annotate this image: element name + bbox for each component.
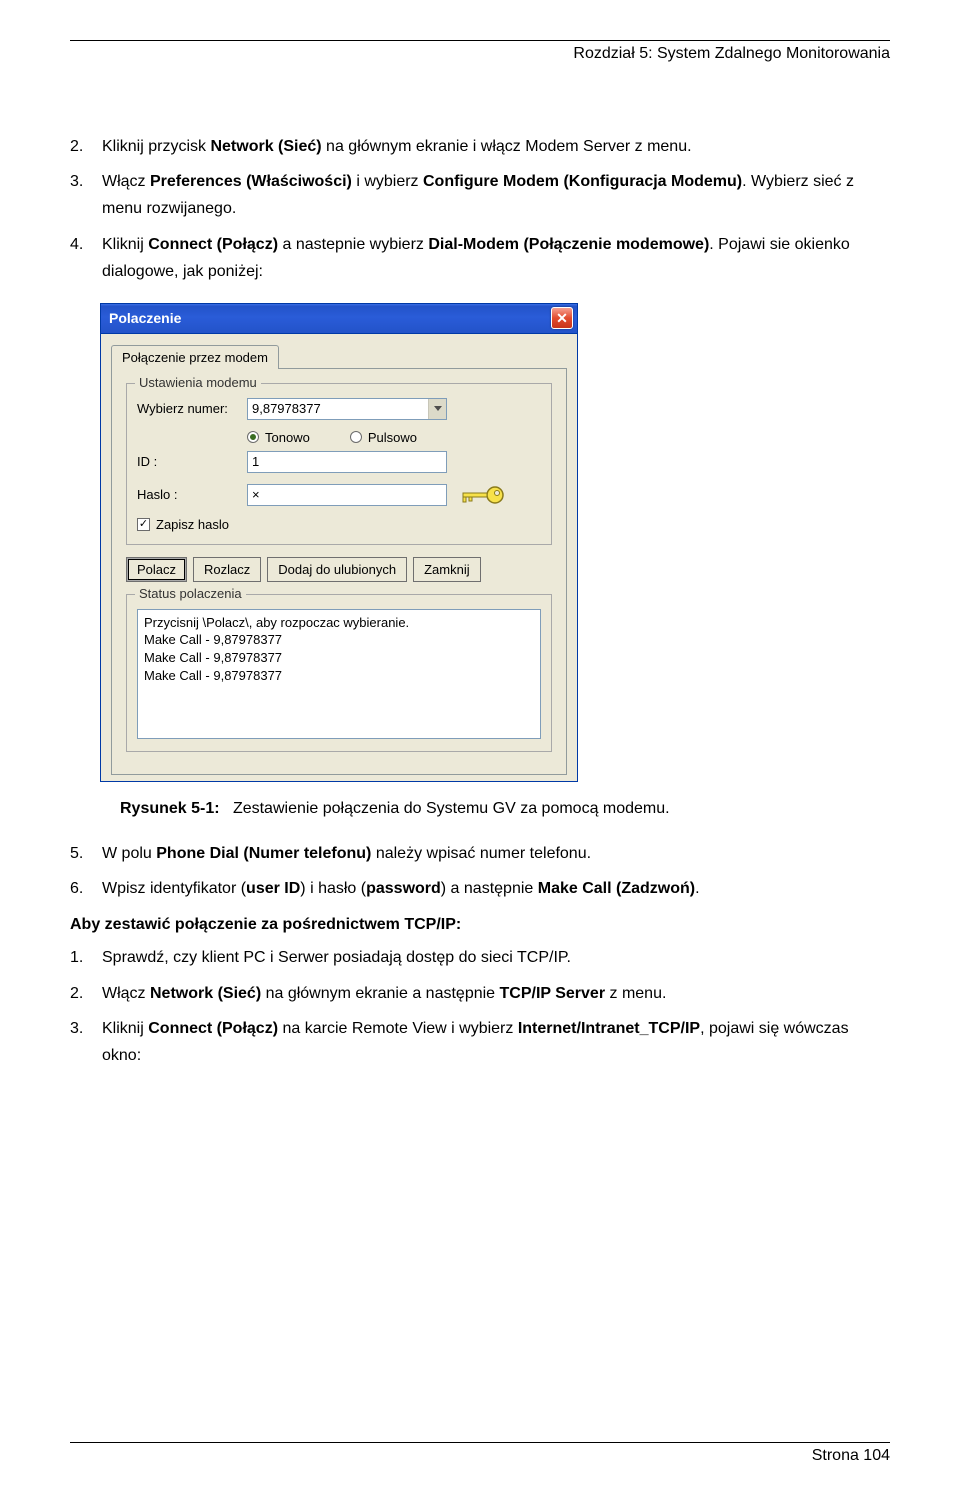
step-number: 3. bbox=[70, 1015, 102, 1069]
modem-settings-group: Ustawienia modemu Wybierz numer: 9,87978… bbox=[126, 383, 552, 545]
id-label: ID : bbox=[137, 454, 247, 469]
password-label: Haslo : bbox=[137, 487, 247, 502]
save-password-label: Zapisz haslo bbox=[156, 517, 229, 532]
chapter-header: Rozdział 5: System Zdalnego Monitorowani… bbox=[70, 45, 890, 63]
step-body: Kliknij Connect (Połącz) na karcie Remot… bbox=[102, 1015, 890, 1069]
page-number: Strona 104 bbox=[70, 1447, 890, 1465]
tab-panel: Ustawienia modemu Wybierz numer: 9,87978… bbox=[111, 368, 567, 775]
step-number: 1. bbox=[70, 944, 102, 971]
step-body: Sprawdź, czy klient PC i Serwer posiadaj… bbox=[102, 944, 890, 971]
close-button[interactable]: ✕ bbox=[551, 307, 573, 329]
chevron-down-icon[interactable] bbox=[428, 399, 446, 419]
footer-rule bbox=[70, 1442, 890, 1443]
step-number: 2. bbox=[70, 980, 102, 1007]
step-number: 4. bbox=[70, 231, 102, 285]
radio-tone[interactable]: Tonowo bbox=[247, 430, 310, 445]
number-value: 9,87978377 bbox=[248, 399, 428, 419]
step-3: 3. Włącz Preferences (Właściwości) i wyb… bbox=[70, 168, 890, 222]
status-textbox: Przycisnij \Polacz\, aby rozpoczac wybie… bbox=[137, 609, 541, 739]
step-number: 5. bbox=[70, 840, 102, 867]
group-title: Ustawienia modemu bbox=[135, 375, 261, 390]
connection-dialog: Polaczenie ✕ Połączenie przez modem Usta… bbox=[100, 303, 578, 782]
step-body: Włącz Network (Sieć) na głównym ekranie … bbox=[102, 980, 890, 1007]
number-combobox[interactable]: 9,87978377 bbox=[247, 398, 447, 420]
dialog-title: Polaczenie bbox=[109, 310, 181, 326]
password-field[interactable]: × bbox=[247, 484, 447, 506]
step-body: Włącz Preferences (Właściwości) i wybier… bbox=[102, 168, 890, 222]
key-icon bbox=[459, 483, 505, 507]
step-number: 3. bbox=[70, 168, 102, 222]
status-group-title: Status polaczenia bbox=[135, 586, 246, 601]
step-number: 6. bbox=[70, 875, 102, 902]
id-field[interactable]: 1 bbox=[247, 451, 447, 473]
header-rule bbox=[70, 40, 890, 41]
radio-tone-label: Tonowo bbox=[265, 430, 310, 445]
step-4: 4. Kliknij Connect (Połącz) a nastepnie … bbox=[70, 231, 890, 285]
step-5: 5. W polu Phone Dial (Numer telefonu) na… bbox=[70, 840, 890, 867]
step-body: Kliknij przycisk Network (Sieć) na główn… bbox=[102, 133, 890, 160]
number-label: Wybierz numer: bbox=[137, 401, 247, 416]
step-body: W polu Phone Dial (Numer telefonu) należ… bbox=[102, 840, 890, 867]
step-body: Wpisz identyfikator (user ID) i hasło (p… bbox=[102, 875, 890, 902]
tcpip-heading: Aby zestawić połączenie za pośrednictwem… bbox=[70, 916, 890, 934]
step-c2: 2. Włącz Network (Sieć) na głównym ekran… bbox=[70, 980, 890, 1007]
disconnect-button[interactable]: Rozlacz bbox=[193, 557, 261, 582]
step-c1: 1. Sprawdź, czy klient PC i Serwer posia… bbox=[70, 944, 890, 971]
radio-pulse[interactable]: Pulsowo bbox=[350, 430, 417, 445]
step-6: 6. Wpisz identyfikator (user ID) i hasło… bbox=[70, 875, 890, 902]
connect-button[interactable]: Polacz bbox=[126, 557, 187, 582]
close-dialog-button[interactable]: Zamknij bbox=[413, 557, 481, 582]
figure-caption: Rysunek 5-1: Zestawienie połączenia do S… bbox=[120, 800, 890, 818]
step-body: Kliknij Connect (Połącz) a nastepnie wyb… bbox=[102, 231, 890, 285]
tab-modem-connection[interactable]: Połączenie przez modem bbox=[111, 345, 279, 369]
radio-pulse-label: Pulsowo bbox=[368, 430, 417, 445]
titlebar: Polaczenie ✕ bbox=[101, 304, 577, 334]
step-2: 2. Kliknij przycisk Network (Sieć) na gł… bbox=[70, 133, 890, 160]
add-favorite-button[interactable]: Dodaj do ulubionych bbox=[267, 557, 407, 582]
radio-dot-checked-icon bbox=[247, 431, 259, 443]
radio-dot-icon bbox=[350, 431, 362, 443]
close-icon: ✕ bbox=[556, 310, 568, 327]
step-c3: 3. Kliknij Connect (Połącz) na karcie Re… bbox=[70, 1015, 890, 1069]
status-group: Status polaczenia Przycisnij \Polacz\, a… bbox=[126, 594, 552, 752]
step-number: 2. bbox=[70, 133, 102, 160]
checkbox-checked-icon: ✓ bbox=[137, 518, 150, 531]
save-password-checkbox[interactable]: ✓ Zapisz haslo bbox=[137, 517, 541, 532]
